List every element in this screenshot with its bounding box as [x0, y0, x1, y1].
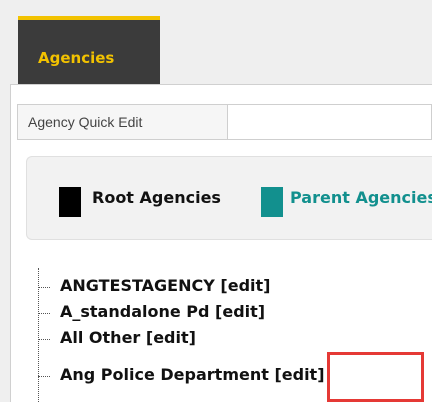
tree-branch: [38, 313, 50, 314]
agency-quick-edit-input[interactable]: [228, 104, 432, 140]
parent-agencies-legend: Parent Agencies: [290, 188, 432, 207]
agency-name[interactable]: A_standalone Pd: [60, 302, 209, 321]
edit-link[interactable]: [edit]: [215, 302, 265, 321]
agency-name[interactable]: All Other: [60, 328, 140, 347]
tree-branch: [38, 339, 50, 340]
edit-link[interactable]: [edit]: [146, 328, 196, 347]
tree-connector: [38, 268, 39, 402]
root-agencies-swatch: [59, 187, 81, 217]
agency-name[interactable]: ANGTESTAGENCY: [60, 276, 215, 295]
tree-branch: [38, 287, 50, 288]
agency-name[interactable]: Ang Police Department: [60, 365, 269, 384]
tab-agencies-label: Agencies: [38, 49, 115, 67]
parent-agencies-swatch: [261, 187, 283, 217]
edit-link[interactable]: [edit]: [220, 276, 270, 295]
root-agencies-legend: Root Agencies: [92, 188, 221, 207]
tree-branch: [38, 376, 50, 377]
tab-agencies[interactable]: Agencies: [18, 16, 160, 84]
edit-link[interactable]: [edit]: [274, 365, 324, 384]
agency-quick-edit-label: Agency Quick Edit: [17, 104, 228, 140]
